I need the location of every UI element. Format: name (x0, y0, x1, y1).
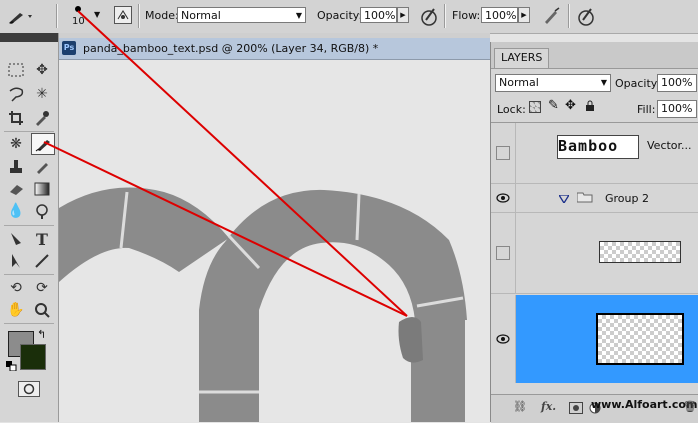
lock-pixels-icon[interactable]: ✎ (548, 98, 559, 113)
move-tool-icon[interactable]: ✥ (31, 60, 53, 80)
blend-mode-select[interactable]: Normal ▼ (495, 74, 611, 92)
flow-label: Flow: (452, 9, 481, 22)
eraser-tool-icon[interactable] (5, 179, 27, 199)
visibility-toggle-empty[interactable] (491, 213, 516, 293)
fill-field[interactable]: 100% (657, 100, 697, 118)
chevron-down-icon: ▼ (600, 78, 607, 87)
layer-row-vector[interactable]: Bamboo Vector... (491, 123, 698, 184)
lock-all-icon[interactable] (585, 100, 595, 112)
bamboo-letter-artwork (59, 60, 490, 422)
pressure-size-icon[interactable] (575, 5, 597, 27)
clone-stamp-tool-icon[interactable] (5, 157, 27, 177)
toolbox-grip (0, 33, 58, 42)
layer-row[interactable] (491, 213, 698, 294)
gradient-tool-icon[interactable] (31, 179, 53, 199)
eye-icon[interactable] (491, 184, 516, 212)
brush-panel-toggle-icon[interactable] (114, 6, 132, 24)
blur-tool-icon[interactable]: 💧 (5, 201, 27, 221)
layer-row-group[interactable]: Group 2 (491, 184, 698, 213)
brush-tool-preset-icon[interactable] (6, 6, 36, 26)
crop-tool-icon[interactable] (5, 108, 27, 128)
blend-mode-value: Normal (499, 76, 539, 89)
lock-transparency-icon[interactable] (529, 101, 541, 113)
layers-title: LAYERS (501, 51, 543, 64)
watermark-text: www.Alfoart.com (591, 398, 698, 411)
layers-panel: LAYERS Normal ▼ Opacity: 100% Lock: ✎ ✥ … (490, 42, 698, 423)
layer-style-icon[interactable]: fx. (541, 400, 556, 413)
add-mask-icon[interactable] (569, 402, 583, 414)
layers-panel-header: LAYERS (491, 42, 698, 69)
dodge-tool-icon[interactable] (31, 201, 53, 221)
airbrush-icon[interactable] (540, 5, 562, 27)
type-tool-icon[interactable]: T (31, 229, 53, 249)
layer-name: Vector... (647, 139, 692, 152)
group-expand-triangle-icon[interactable] (557, 193, 571, 205)
options-bar: 10 ▼ Mode: Normal ▼ Opacity: 100% ▶ Flow… (0, 0, 698, 34)
eye-icon[interactable] (491, 295, 516, 383)
panel-opacity-label: Opacity: (615, 77, 661, 90)
pen-tool-icon[interactable] (5, 229, 27, 249)
tools-panel: ✥ ✳ ❋ 💧 T ⟲ ⟳ ✋ ↰ (0, 33, 59, 422)
path-selection-tool-icon[interactable] (5, 251, 27, 271)
document-tab[interactable]: Ps panda_bamboo_text.psd @ 200% (Layer 3… (59, 38, 490, 60)
layer-thumbnail (596, 313, 684, 365)
opacity-label: Opacity: (317, 9, 363, 22)
mode-label: Mode: (145, 9, 179, 22)
mode-select[interactable]: Normal ▼ (177, 7, 306, 23)
background-color-swatch[interactable] (20, 344, 46, 370)
default-colors-icon[interactable] (6, 361, 18, 372)
document-canvas[interactable] (59, 60, 490, 422)
opacity-field[interactable]: 100% (360, 7, 397, 23)
eyedropper-tool-icon[interactable] (31, 108, 53, 128)
chevron-down-icon: ▼ (94, 10, 101, 19)
3d-orbit-tool-icon[interactable]: ⟳ (31, 278, 53, 298)
brush-tool-icon[interactable] (31, 133, 55, 155)
opacity-slider-button[interactable]: ▶ (397, 7, 409, 23)
layer-row-selected[interactable] (491, 295, 698, 383)
layer-thumbnail (599, 241, 681, 263)
layers-tab[interactable]: LAYERS (494, 48, 550, 68)
document-title: panda_bamboo_text.psd @ 200% (Layer 34, … (83, 42, 379, 55)
lasso-tool-icon[interactable] (5, 84, 27, 104)
ps-icon: Ps (62, 41, 76, 55)
layer-thumbnail: Bamboo (557, 135, 639, 159)
visibility-toggle-empty[interactable] (491, 123, 516, 183)
thumbnail-text: Bamboo (558, 137, 619, 155)
group-name: Group 2 (605, 192, 649, 205)
flow-field[interactable]: 100% (481, 7, 518, 23)
magic-wand-tool-icon[interactable]: ✳ (31, 84, 53, 104)
zoom-tool-icon[interactable] (31, 300, 53, 320)
delete-layer-icon[interactable]: 🗑 (683, 400, 697, 413)
spot-healing-tool-icon[interactable]: ❋ (5, 134, 27, 154)
flow-slider-button[interactable]: ▶ (518, 7, 530, 23)
ps-badge: Ps (63, 43, 75, 52)
marquee-tool-icon[interactable] (5, 60, 27, 80)
hand-tool-icon[interactable]: ✋ (5, 300, 27, 320)
chevron-down-icon: ▼ (295, 11, 302, 20)
fill-label: Fill: (637, 103, 656, 116)
history-brush-tool-icon[interactable] (31, 157, 53, 177)
line-tool-icon[interactable] (31, 251, 53, 271)
swap-colors-icon[interactable]: ↰ (37, 328, 46, 341)
lock-label: Lock: (497, 103, 526, 116)
brush-picker[interactable]: 10 ▼ (66, 2, 106, 30)
mode-value: Normal (181, 9, 221, 22)
lock-position-icon[interactable]: ✥ (565, 98, 576, 113)
brush-dot-icon (75, 6, 81, 12)
panel-opacity-field[interactable]: 100% (657, 74, 697, 92)
quick-mask-button[interactable] (18, 381, 40, 397)
3d-rotate-tool-icon[interactable]: ⟲ (5, 278, 27, 298)
folder-icon (576, 191, 593, 203)
brush-size: 10 (72, 16, 85, 27)
link-layers-icon[interactable]: ⛓ (513, 400, 527, 413)
pressure-opacity-icon[interactable] (418, 5, 440, 27)
